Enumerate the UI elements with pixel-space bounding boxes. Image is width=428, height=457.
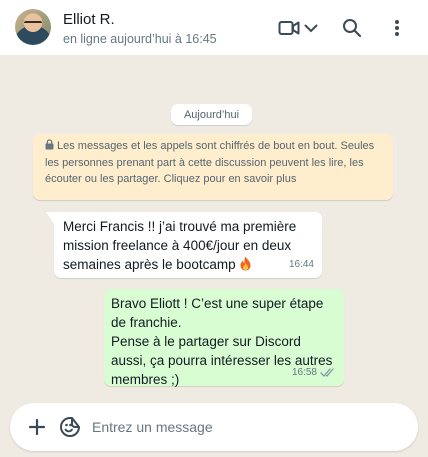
date-separator: Aujourd’hui <box>171 104 252 125</box>
message-time: 16:44 <box>288 259 314 270</box>
sticker-icon[interactable] <box>58 415 82 439</box>
search-icon[interactable] <box>340 16 364 40</box>
message-outgoing[interactable]: Bravo Eliott ! C’est une super étape de … <box>104 289 344 387</box>
attach-plus-icon[interactable] <box>25 415 49 439</box>
chevron-down-icon[interactable] <box>302 16 320 40</box>
encryption-notice[interactable]: Les messages et les appels sont chiffrés… <box>33 134 393 200</box>
message-time: 16:58 <box>292 363 336 382</box>
message-input[interactable] <box>92 413 392 441</box>
chat-header: Elliot R. en ligne aujourd’hui à 16:45 <box>0 0 428 56</box>
message-composer <box>10 403 418 451</box>
message-text: Merci Francis !! j’ai trouvé ma première… <box>63 219 297 272</box>
video-call-icon[interactable] <box>277 16 301 40</box>
double-check-icon <box>320 368 334 377</box>
fire-icon <box>239 256 252 271</box>
message-incoming[interactable]: Merci Francis !! j’ai trouvé ma première… <box>46 212 322 278</box>
lock-icon <box>45 139 54 150</box>
contact-avatar[interactable] <box>15 9 51 45</box>
contact-name[interactable]: Elliot R. <box>63 11 115 28</box>
contact-status: en ligne aujourd’hui à 16:45 <box>63 32 217 46</box>
menu-dots-icon[interactable] <box>385 16 409 40</box>
encryption-notice-text: Les messages et les appels sont chiffrés… <box>45 140 375 185</box>
